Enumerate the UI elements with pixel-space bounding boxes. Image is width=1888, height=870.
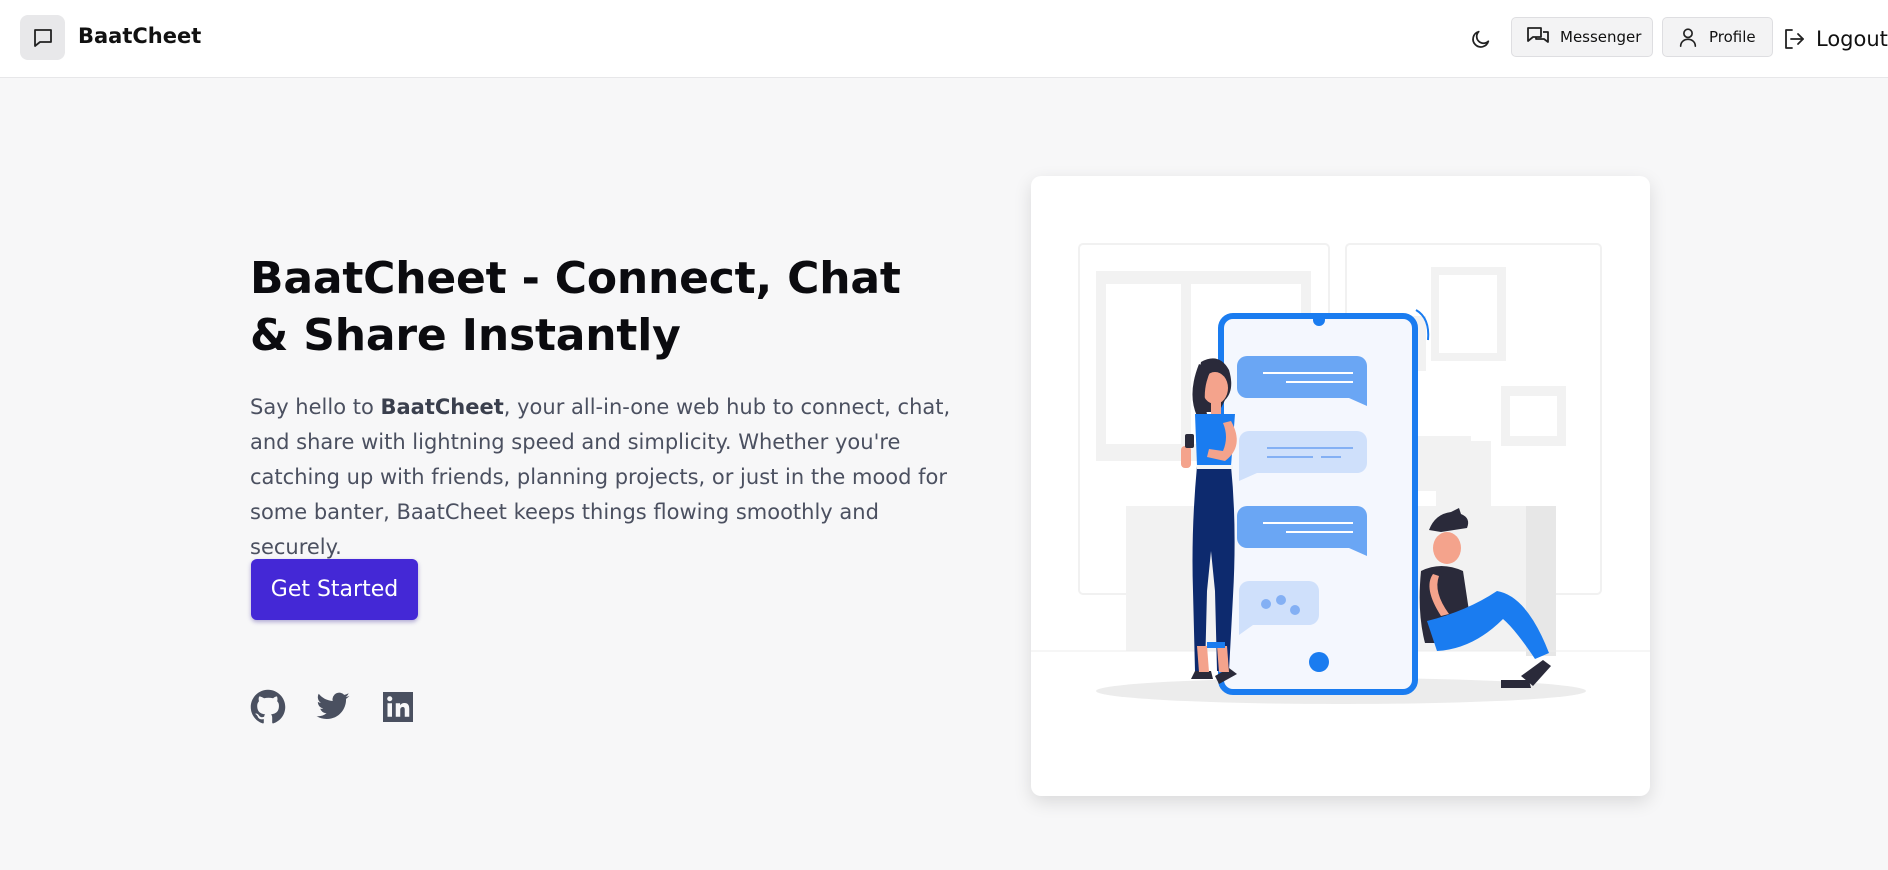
user-icon — [1679, 28, 1697, 47]
messenger-button[interactable]: Messenger — [1511, 17, 1653, 57]
messages-icon — [1527, 27, 1549, 43]
chat-illustration — [1031, 243, 1650, 704]
twitter-icon[interactable] — [315, 689, 351, 725]
profile-button[interactable]: Profile — [1662, 17, 1773, 57]
logout-label: Logout — [1816, 27, 1888, 51]
moon-icon — [1472, 30, 1490, 48]
chat-bubble-icon[interactable] — [20, 15, 65, 60]
desc-brand: BaatCheet — [380, 395, 504, 419]
hero-description: Say hello to BaatCheet, your all-in-one … — [250, 390, 960, 565]
desc-prefix: Say hello to — [250, 395, 381, 419]
top-navbar: BaatCheet Messenger Profile Logout — [0, 0, 1888, 78]
linkedin-icon[interactable] — [380, 689, 416, 725]
github-icon[interactable] — [250, 689, 286, 725]
illustration-card — [1031, 176, 1650, 796]
profile-label: Profile — [1709, 28, 1756, 46]
messenger-label: Messenger — [1560, 28, 1642, 46]
get-started-button[interactable]: Get Started — [251, 559, 418, 620]
logout-button[interactable]: Logout — [1782, 24, 1888, 54]
desc-rest: , your all-in-one web hub to connect, ch… — [250, 395, 951, 559]
brand-name[interactable]: BaatCheet — [78, 24, 201, 48]
theme-toggle[interactable] — [1463, 22, 1499, 56]
logout-icon — [1785, 29, 1804, 49]
page-title: BaatCheet - Connect, Chat & Share Instan… — [250, 253, 901, 361]
